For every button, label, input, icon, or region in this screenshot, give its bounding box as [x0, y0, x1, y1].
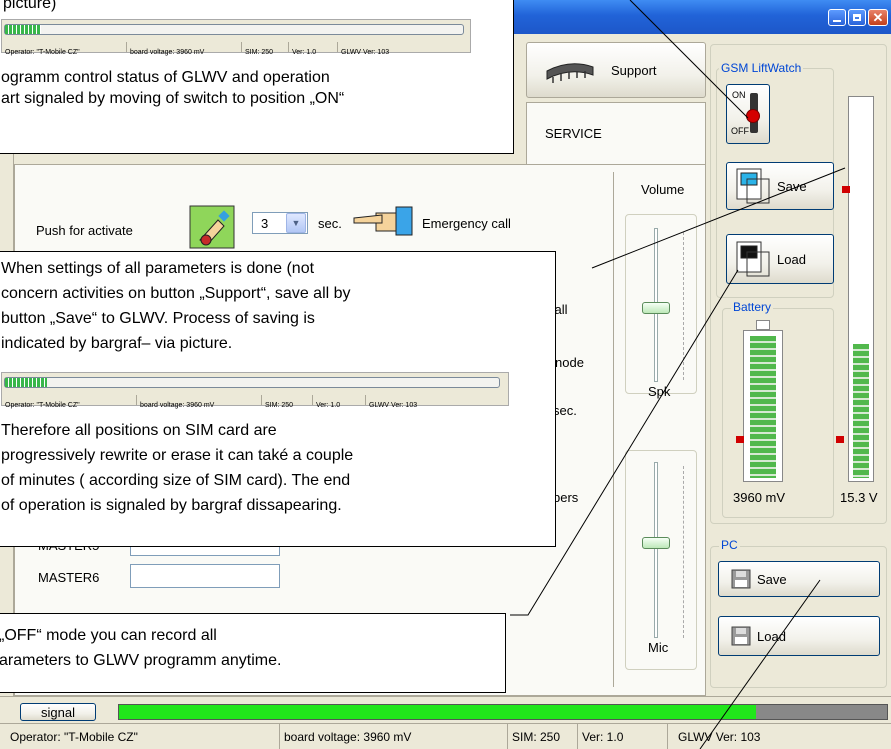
pointer-middle [591, 167, 846, 269]
pointer-top [629, 0, 749, 119]
pointer-pc [699, 579, 821, 749]
pointer-load [510, 269, 739, 616]
callout-pointer-lines [510, 0, 846, 749]
